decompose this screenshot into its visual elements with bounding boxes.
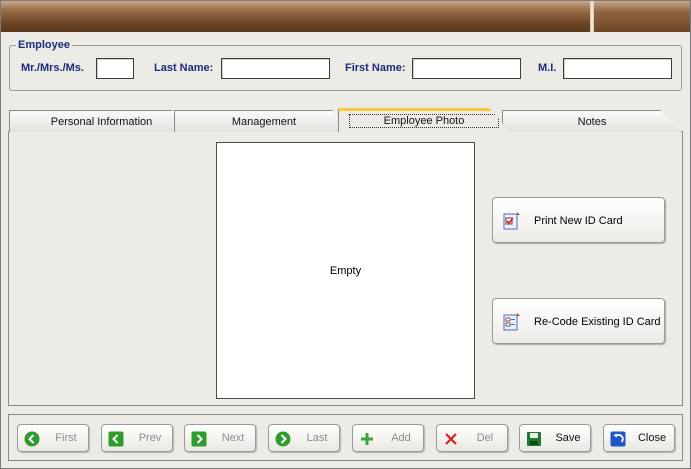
first-record-label: First [55,432,77,444]
prev-record-label: Prev [138,432,162,444]
tab-label: Personal Information [50,116,153,128]
arrow-left-circle-icon [24,431,40,447]
tab-label: Employee Photo [348,114,500,128]
delete-record-button[interactable]: Del [436,424,508,452]
tab-label: Notes [577,116,607,128]
last-record-button[interactable]: Last [268,424,340,452]
close-undo-icon [610,431,626,447]
recode-existing-id-card-button[interactable]: Re-Code Existing ID Card [492,298,665,344]
banner-right-panel [594,1,690,32]
salutation-input[interactable] [96,58,134,79]
add-record-label: Add [391,432,411,444]
employee-photo-box[interactable]: Empty [216,142,475,399]
recode-existing-id-card-label: Re-Code Existing ID Card [534,316,661,328]
save-button[interactable]: Save [519,424,591,452]
next-record-label: Next [221,432,245,444]
close-button[interactable]: Close [603,424,675,452]
arrow-right-square-icon [191,431,207,447]
photo-placeholder-text: Empty [329,264,362,277]
last-record-label: Last [306,432,328,444]
arrow-right-circle-icon [275,431,291,447]
first-record-button[interactable]: First [17,424,89,452]
print-new-id-card-button[interactable]: Print New ID Card [492,197,665,243]
tab-personal-information[interactable]: Personal Information [9,110,194,132]
last-name-label: Last Name: [154,62,214,74]
tab-employee-photo[interactable]: Employee Photo [338,108,510,132]
last-name-input[interactable] [221,58,330,79]
first-name-input[interactable] [412,58,521,79]
save-disk-icon [527,432,541,446]
arrow-left-square-icon [108,431,124,447]
title-banner [1,1,690,32]
prev-record-button[interactable]: Prev [101,424,173,452]
middle-initial-input[interactable] [563,58,672,79]
add-record-button[interactable]: Add [352,424,424,452]
print-new-id-card-label: Print New ID Card [534,215,623,227]
tab-label: Management [231,116,297,128]
id-card-list-icon [503,313,520,331]
tab-notes[interactable]: Notes [502,110,682,132]
delete-record-label: Del [476,432,494,444]
save-label: Save [555,432,581,444]
salutation-label: Mr./Mrs./Ms. [21,62,84,74]
middle-initial-label: M.I. [538,62,557,74]
tab-management[interactable]: Management [174,110,354,132]
delete-x-icon [445,433,457,445]
id-card-check-icon [503,212,520,230]
next-record-button[interactable]: Next [184,424,256,452]
first-name-label: First Name: [345,62,406,74]
plus-icon [361,433,373,445]
close-label: Close [637,432,667,444]
employee-group-title: Employee [16,39,72,51]
